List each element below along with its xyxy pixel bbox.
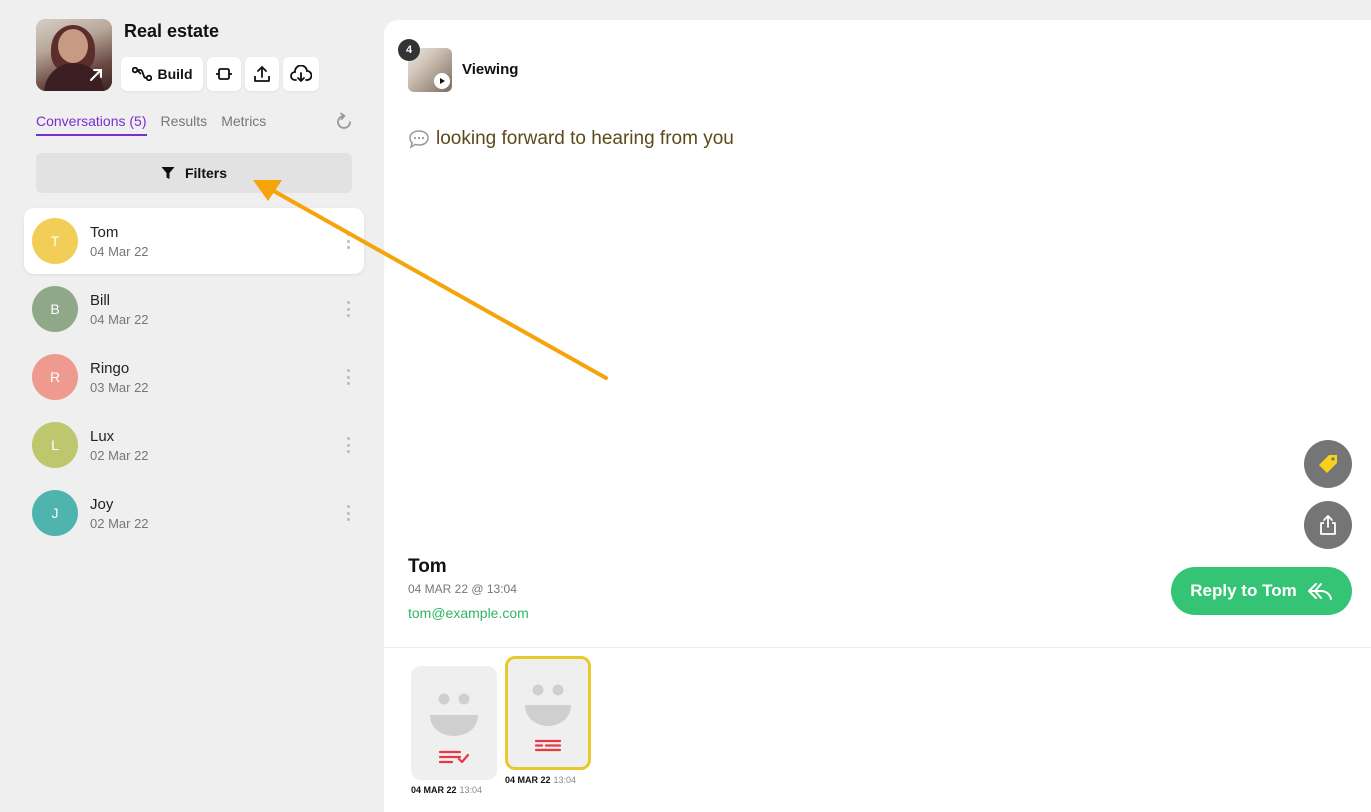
- refresh-icon[interactable]: [334, 112, 354, 132]
- response-card[interactable]: [411, 666, 497, 780]
- reply-button[interactable]: Reply to Tom: [1171, 567, 1352, 615]
- conversation-item-ringo[interactable]: R Ringo 03 Mar 22: [24, 344, 364, 410]
- cloud-download-button[interactable]: [283, 57, 319, 91]
- avatar: J: [32, 490, 78, 536]
- filters-button[interactable]: Filters: [36, 153, 352, 193]
- sidebar: Real estate Build Conversations (5) Resu…: [4, 0, 380, 812]
- embed-icon: [216, 68, 232, 80]
- cloud-download-icon: [290, 65, 312, 82]
- conversation-date: 02 Mar 22: [90, 448, 149, 463]
- contact-datetime: 04 MAR 22 @ 13:04: [408, 582, 517, 596]
- more-options-icon[interactable]: [346, 369, 350, 385]
- viewing-label: Viewing: [462, 61, 519, 78]
- share-upload-button[interactable]: [245, 57, 279, 91]
- tab-metrics[interactable]: Metrics: [221, 113, 266, 136]
- conversation-date: 04 Mar 22: [90, 312, 149, 327]
- share-button[interactable]: [1304, 501, 1352, 549]
- response-timestamp: 04 MAR 22 13:04: [505, 775, 577, 785]
- conversation-name: Tom: [90, 224, 119, 241]
- contact-email[interactable]: tom@example.com: [408, 605, 529, 621]
- reply-label: Reply to Tom: [1190, 581, 1297, 600]
- response-card-selected[interactable]: [505, 656, 591, 770]
- tab-results[interactable]: Results: [161, 113, 208, 136]
- conversation-name: Joy: [90, 496, 114, 513]
- filter-icon: [161, 167, 175, 179]
- face-placeholder-icon: [525, 684, 571, 752]
- play-icon[interactable]: [434, 73, 450, 89]
- conversation-name: Ringo: [90, 360, 130, 377]
- filters-label: Filters: [184, 165, 227, 181]
- conversation-date: 03 Mar 22: [90, 380, 149, 395]
- build-button[interactable]: Build: [121, 57, 203, 91]
- conversation-name: Lux: [90, 428, 115, 445]
- conversation-item-tom[interactable]: T Tom 04 Mar 22: [24, 208, 364, 274]
- contact-name: Tom: [408, 556, 447, 577]
- project-thumbnail[interactable]: [36, 19, 112, 91]
- tag-icon: [1319, 455, 1337, 473]
- more-options-icon[interactable]: [346, 505, 350, 521]
- tab-conversations[interactable]: Conversations (5): [36, 113, 147, 136]
- avatar: T: [32, 218, 78, 264]
- upload-icon: [254, 66, 270, 82]
- conversation-item-lux[interactable]: L Lux 02 Mar 22: [24, 412, 364, 478]
- speech-bubble-icon: [409, 130, 429, 149]
- divider: [384, 647, 1371, 648]
- response-timestamp: 04 MAR 22 13:04: [411, 785, 483, 795]
- conversation-item-joy[interactable]: J Joy 02 Mar 22: [24, 480, 364, 546]
- expand-arrow-icon: [90, 69, 102, 81]
- message-text: looking forward to hearing from you: [408, 128, 734, 150]
- embed-button[interactable]: [207, 57, 241, 91]
- step-badge: 4: [398, 39, 420, 61]
- conversation-date: 04 Mar 22: [90, 244, 149, 259]
- flow-icon: [131, 67, 152, 81]
- conversation-date: 02 Mar 22: [90, 516, 149, 531]
- more-options-icon[interactable]: [346, 437, 350, 453]
- face-placeholder-icon: [430, 693, 478, 764]
- more-options-icon[interactable]: [346, 301, 350, 317]
- more-options-icon[interactable]: [346, 233, 350, 249]
- conversation-item-bill[interactable]: B Bill 04 Mar 22: [24, 276, 364, 342]
- text-check-icon: [438, 750, 470, 764]
- tag-button[interactable]: [1304, 440, 1352, 488]
- avatar: B: [32, 286, 78, 332]
- sidebar-tabs: Conversations (5) Results Metrics: [36, 113, 266, 136]
- conversation-detail-panel: 4 Viewing looking forward to hearing fro…: [384, 20, 1371, 812]
- project-title: Real estate: [124, 21, 220, 41]
- reply-icon: [1307, 583, 1332, 600]
- avatar: L: [32, 422, 78, 468]
- message-body: looking forward to hearing from you: [436, 128, 734, 149]
- build-label: Build: [157, 66, 193, 82]
- avatar: R: [32, 354, 78, 400]
- conversation-name: Bill: [90, 292, 111, 309]
- transcript-icon: [534, 739, 562, 752]
- share-icon: [1320, 515, 1336, 535]
